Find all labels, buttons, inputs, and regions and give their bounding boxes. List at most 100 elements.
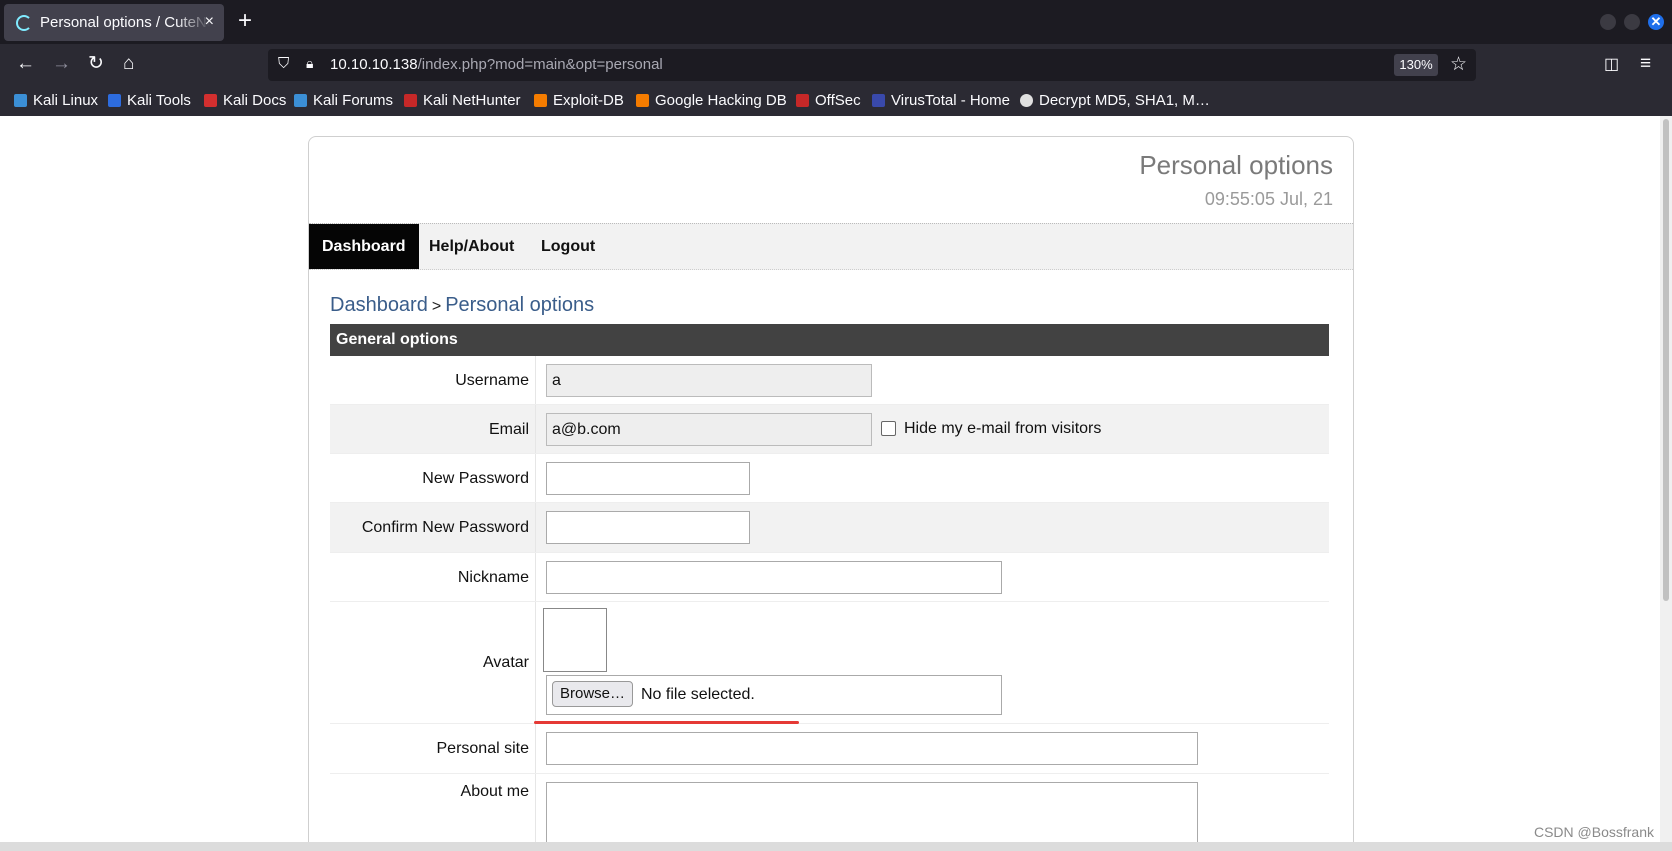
confirm-password-row: Confirm New Password	[330, 503, 1329, 553]
taskbar-strip	[0, 842, 1672, 851]
bookmark-label: Decrypt MD5, SHA1, M…	[1039, 92, 1210, 109]
bookmark-item[interactable]: Kali NetHunter	[404, 92, 521, 109]
bookmark-item[interactable]: Decrypt MD5, SHA1, M…	[1020, 92, 1210, 109]
google-hacking-db-icon	[636, 94, 649, 107]
url-path: /index.php?mod=main&opt=personal	[417, 56, 663, 73]
avatar-file-input[interactable]: Browse… No file selected.	[546, 675, 1002, 715]
scrollbar-thumb[interactable]	[1663, 119, 1669, 601]
bookmark-item[interactable]: Kali Linux	[14, 92, 98, 109]
username-label: Username	[330, 356, 536, 404]
bookmark-star-icon[interactable]: ☆	[1450, 53, 1467, 76]
page-title: Personal options	[1139, 150, 1333, 180]
avatar-preview	[543, 608, 607, 672]
breadcrumb-current[interactable]: Personal options	[445, 294, 594, 316]
main-menu: Dashboard Help/About Logout	[309, 223, 1353, 270]
breadcrumb: Dashboard > Personal options	[330, 294, 594, 317]
bookmark-item[interactable]: Kali Tools	[108, 92, 191, 109]
window-close-icon[interactable]: ✕	[1648, 14, 1664, 30]
shield-icon[interactable]: ⛉	[278, 55, 289, 72]
file-status-text: No file selected.	[641, 686, 755, 703]
kali-nethunter-icon	[404, 94, 417, 107]
about-me-textarea[interactable]	[546, 782, 1198, 842]
virustotal-icon	[872, 94, 885, 107]
back-icon[interactable]: ←	[16, 53, 35, 75]
navigation-toolbar: ← → ↻ ⌂ ⛉ 🔒︎ 10.10.10.138/index.php?mod=…	[0, 44, 1672, 86]
nickname-field[interactable]	[546, 561, 1002, 594]
bookmark-item[interactable]: VirusTotal - Home	[872, 92, 1010, 109]
avatar-row: Avatar Browse… No file selected.	[330, 602, 1329, 724]
kali-forums-icon	[294, 94, 307, 107]
nickname-label: Nickname	[330, 553, 536, 601]
personal-site-row: Personal site	[330, 724, 1329, 774]
reload-icon[interactable]: ↻	[88, 53, 104, 75]
bookmark-label: Kali Tools	[127, 92, 191, 109]
url-bar[interactable]: ⛉ 🔒︎ 10.10.10.138/index.php?mod=main&opt…	[268, 49, 1476, 81]
url-text[interactable]: 10.10.10.138/index.php?mod=main&opt=pers…	[330, 56, 663, 73]
bookmark-item[interactable]: Google Hacking DB	[636, 92, 787, 109]
about-me-row: About me	[330, 774, 1329, 842]
bookmarks-toolbar: Kali Linux Kali Tools Kali Docs Kali For…	[0, 86, 1672, 116]
active-tab[interactable]: Personal options / CuteNews ×	[4, 4, 224, 41]
personal-site-field[interactable]	[546, 732, 1198, 765]
decrypt-icon	[1020, 94, 1033, 107]
pocket-icon[interactable]: ◫	[1604, 54, 1619, 76]
bookmark-item[interactable]: OffSec	[796, 92, 861, 109]
page-scrollbar[interactable]	[1660, 116, 1672, 842]
minimize-icon[interactable]	[1600, 14, 1616, 30]
bookmark-label: Kali Docs	[223, 92, 287, 109]
kali-dragon-icon	[14, 94, 27, 107]
red-underline-annotation	[534, 721, 799, 724]
bookmark-label: VirusTotal - Home	[891, 92, 1010, 109]
about-me-label: About me	[330, 774, 536, 842]
loading-spinner-icon	[16, 14, 32, 31]
bookmark-label: OffSec	[815, 92, 861, 109]
kali-tools-icon	[108, 94, 121, 107]
content-panel: Personal options 09:55:05 Jul, 21 Dashbo…	[308, 136, 1354, 842]
new-password-field[interactable]	[546, 462, 750, 495]
kali-docs-icon	[204, 94, 217, 107]
confirm-password-label: Confirm New Password	[330, 503, 536, 552]
bookmark-label: Kali Linux	[33, 92, 99, 109]
breadcrumb-dashboard-link[interactable]: Dashboard	[330, 294, 428, 316]
menu-dashboard[interactable]: Dashboard	[309, 224, 419, 269]
hide-email-label[interactable]: Hide my e-mail from visitors	[904, 420, 1101, 438]
tab-title: Personal options / CuteNews	[40, 14, 210, 31]
tab-strip: Personal options / CuteNews × + ✕	[0, 0, 1672, 44]
lock-icon[interactable]: 🔒︎	[306, 55, 313, 72]
new-tab-button[interactable]: +	[238, 8, 252, 34]
bookmark-label: Exploit-DB	[553, 92, 624, 109]
username-field[interactable]: a	[546, 364, 872, 397]
tab-close-icon[interactable]: ×	[205, 13, 214, 31]
email-field[interactable]: a@b.com	[546, 413, 872, 446]
page-timestamp: 09:55:05 Jul, 21	[1204, 189, 1333, 209]
exploit-db-icon	[534, 94, 547, 107]
username-row: Username a	[330, 356, 1329, 405]
page-viewport: Personal options 09:55:05 Jul, 21 Dashbo…	[0, 116, 1660, 842]
offsec-icon	[796, 94, 809, 107]
maximize-icon[interactable]	[1624, 14, 1640, 30]
zoom-level-button[interactable]: 130%	[1394, 54, 1438, 76]
home-icon[interactable]: ⌂	[123, 53, 134, 75]
watermark-text: CSDN @Bossfrank	[1533, 824, 1654, 840]
bookmark-label: Kali Forums	[313, 92, 394, 109]
browse-button[interactable]: Browse…	[552, 681, 634, 707]
bookmark-item[interactable]: Kali Docs	[204, 92, 286, 109]
forward-icon[interactable]: →	[52, 53, 71, 75]
hamburger-menu-icon[interactable]: ≡	[1640, 53, 1651, 75]
email-label: Email	[330, 405, 536, 453]
bookmark-item[interactable]: Exploit-DB	[534, 92, 624, 109]
hide-email-checkbox[interactable]	[881, 421, 896, 436]
nickname-row: Nickname	[330, 553, 1329, 602]
menu-help-about[interactable]: Help/About	[416, 224, 527, 269]
section-header: General options	[330, 324, 1329, 356]
email-row: Email a@b.com Hide my e-mail from visito…	[330, 405, 1329, 454]
confirm-password-field[interactable]	[546, 511, 750, 544]
menu-logout[interactable]: Logout	[528, 224, 608, 269]
new-password-row: New Password	[330, 454, 1329, 503]
url-host: 10.10.10.138	[330, 56, 418, 73]
breadcrumb-separator: >	[431, 298, 442, 315]
personal-site-label: Personal site	[330, 724, 536, 773]
avatar-label: Avatar	[330, 602, 536, 723]
bookmark-item[interactable]: Kali Forums	[294, 92, 393, 109]
new-password-label: New Password	[330, 454, 536, 502]
